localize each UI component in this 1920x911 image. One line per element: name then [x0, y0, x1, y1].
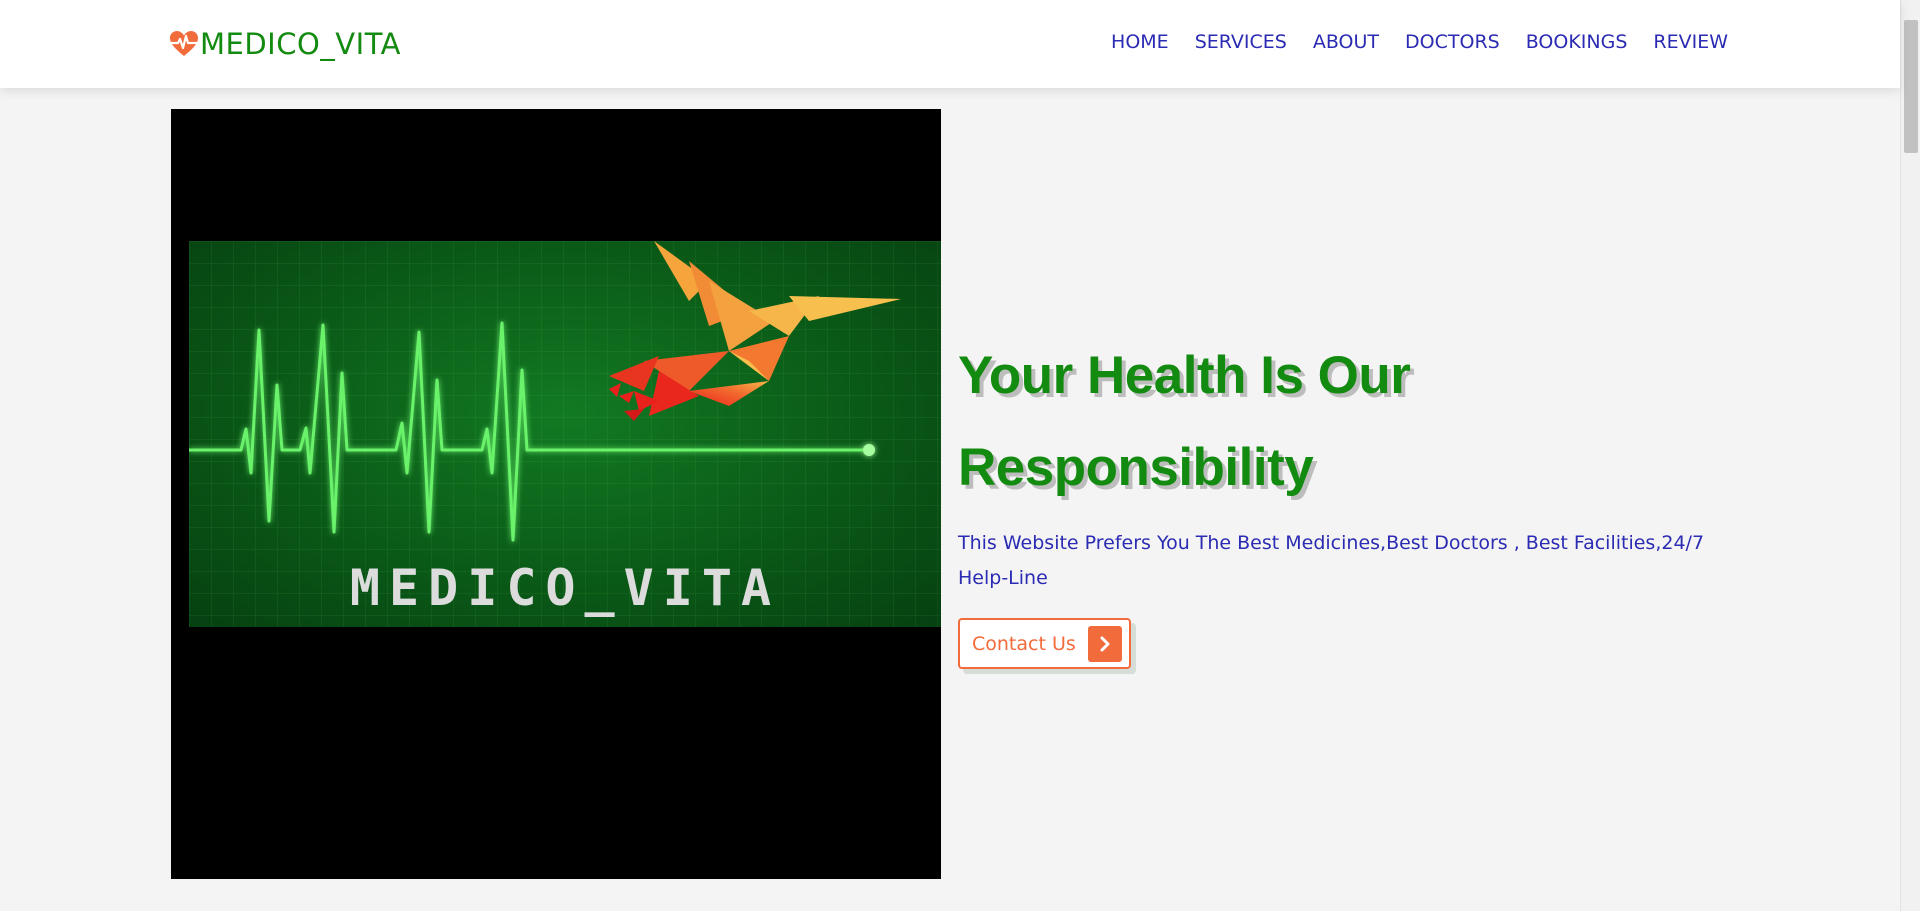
hero-title-line1: Your Health Is Our [958, 346, 1411, 405]
heart-pulse-icon [169, 30, 199, 58]
scrollbar-thumb[interactable] [1904, 20, 1918, 153]
nav-about[interactable]: ABOUT [1313, 31, 1379, 53]
nav-services[interactable]: SERVICES [1195, 31, 1287, 53]
hero-subtitle: This Website Prefers You The Best Medici… [958, 532, 1705, 589]
hero-content: Your Health Is Our Responsibility This W… [958, 330, 1738, 669]
site-header: MEDICO_VITA HOME SERVICES ABOUT DOCTORS … [0, 0, 1900, 88]
contact-us-label: Contact Us [972, 632, 1076, 655]
nav-review[interactable]: REVIEW [1653, 31, 1728, 53]
logo-text: MEDICO_VITA [200, 27, 401, 61]
medico-vita-banner: MEDICO_VITA [189, 241, 941, 627]
site-logo[interactable]: MEDICO_VITA [169, 22, 401, 66]
nav-doctors[interactable]: DOCTORS [1405, 31, 1500, 53]
hero-image: MEDICO_VITA [171, 109, 941, 879]
banner-brand-text: MEDICO_VITA [349, 559, 781, 617]
main-nav: HOME SERVICES ABOUT DOCTORS BOOKINGS REV… [1085, 31, 1728, 53]
nav-home[interactable]: HOME [1111, 31, 1169, 53]
nav-bookings[interactable]: BOOKINGS [1526, 31, 1628, 53]
contact-us-button[interactable]: Contact Us [958, 618, 1131, 669]
hero-title-line2: Responsibility [958, 438, 1314, 497]
page-scrollbar[interactable] [1900, 0, 1920, 911]
hero-title: Your Health Is Our Responsibility [958, 330, 1738, 514]
chevron-right-icon [1087, 625, 1122, 662]
